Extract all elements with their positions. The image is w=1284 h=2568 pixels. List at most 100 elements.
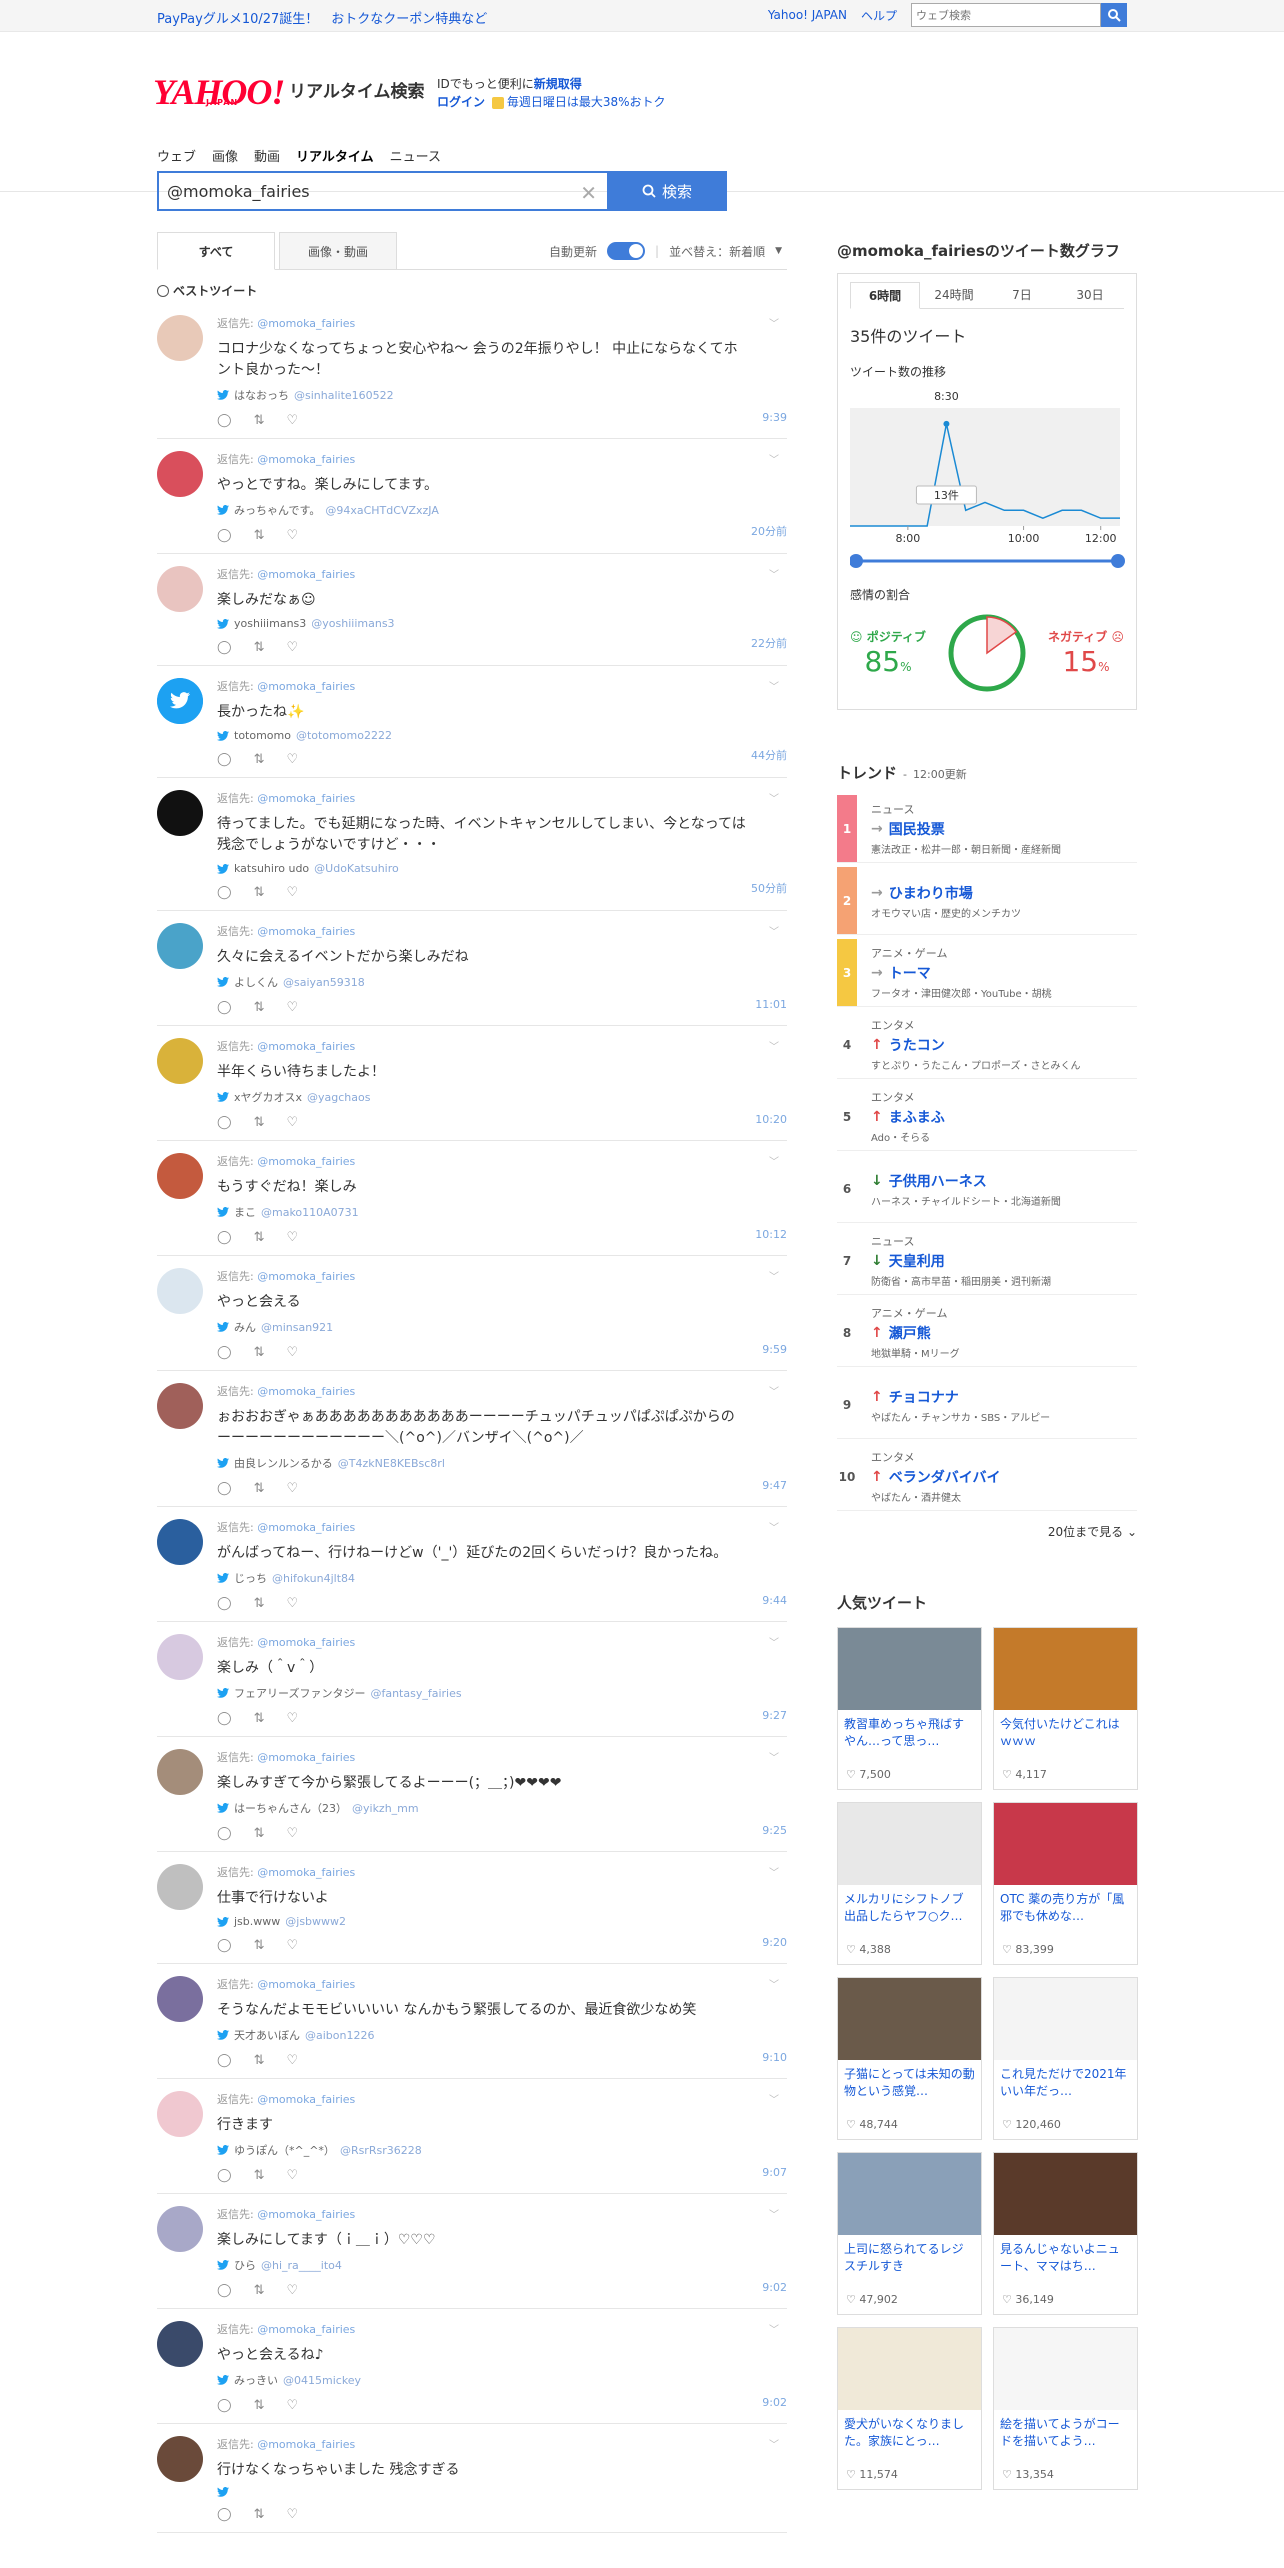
tweet-item[interactable]: ﹀ 返信先: @momoka_fairies そうなんだよモモビいいいい なんか… (157, 1964, 787, 2079)
tweet-time[interactable]: 9:10 (762, 2051, 787, 2064)
tweet-user[interactable]: ゆうぽん（*^_^*） @RsrRsr36228 (217, 2142, 787, 2158)
tweet-time[interactable]: 22分前 (751, 635, 787, 651)
chevron-down-icon[interactable]: ﹀ (769, 566, 779, 581)
reply-icon[interactable]: ◯ (217, 2398, 232, 2413)
tweet-user[interactable]: 由良レンルンるかる @T4zkNE8KEBsc8rl (217, 1455, 787, 1471)
reply-to-link[interactable]: @momoka_fairies (257, 680, 355, 693)
tweet-user[interactable]: まこ @mako110A0731 (217, 1204, 787, 1220)
tweet-item[interactable]: ﹀ 返信先: @momoka_fairies コロナ少なくなってちょっと安心やね… (157, 303, 787, 439)
top-search-button[interactable] (1101, 3, 1127, 27)
reply-icon[interactable]: ◯ (217, 1000, 232, 1015)
popular-tweet-caption[interactable]: 愛犬がいなくなりました。家族にとっ… (838, 2410, 981, 2460)
popular-tweet[interactable]: 絵を描いてようがコードを描いてよう… ♡ 13,354 (993, 2327, 1138, 2490)
clear-icon[interactable]: ✕ (580, 181, 597, 205)
tweet-time[interactable]: 9:07 (762, 2166, 787, 2179)
like-icon[interactable]: ♡ (286, 2283, 298, 2298)
trend-name[interactable]: まふまふ (889, 1107, 945, 1127)
tweet-time[interactable]: 9:02 (762, 2396, 787, 2409)
popular-tweet-caption[interactable]: 教習車めっちゃ飛ばすやん…って思っ… (838, 1710, 981, 1760)
trend-name[interactable]: うたコン (889, 1035, 945, 1055)
tweet-item[interactable]: ﹀ 返信先: @momoka_fairies やっと会える みん @minsan… (157, 1256, 787, 1371)
avatar[interactable] (157, 1153, 203, 1199)
tweet-time[interactable]: 9:47 (762, 1479, 787, 1492)
reply-to-link[interactable]: @momoka_fairies (257, 792, 355, 805)
popular-tweet-image[interactable] (994, 2153, 1137, 2235)
like-icon[interactable]: ♡ (286, 640, 298, 655)
like-icon[interactable]: ♡ (286, 1481, 298, 1496)
search-button[interactable]: 検索 (607, 171, 727, 211)
graph-tab-6h[interactable]: 6時間 (850, 282, 920, 309)
tweet-time[interactable]: 9:25 (762, 1824, 787, 1837)
retweet-icon[interactable]: ⇅ (254, 1000, 265, 1015)
chevron-down-icon[interactable]: ﹀ (769, 451, 779, 466)
like-icon[interactable]: ♡ (286, 1345, 298, 1360)
popular-tweet-caption[interactable]: 今気付いたけどこれはｗｗｗ (994, 1710, 1137, 1760)
reply-icon[interactable]: ◯ (217, 1230, 232, 1245)
retweet-icon[interactable]: ⇅ (254, 528, 265, 543)
tweet-time[interactable]: 44分前 (751, 747, 787, 763)
tweet-item[interactable]: ﹀ 返信先: @momoka_fairies 待ってました。でも延期になった時、… (157, 778, 787, 911)
like-icon[interactable]: ♡ (286, 1711, 298, 1726)
nav-realtime[interactable]: リアルタイム (296, 146, 374, 165)
retweet-icon[interactable]: ⇅ (254, 2507, 265, 2522)
sort-select[interactable]: 並べ替え：新着順 (669, 243, 765, 260)
reply-to-link[interactable]: @momoka_fairies (257, 317, 355, 330)
tweet-item[interactable]: ﹀ 返信先: @momoka_fairies やっとですね。楽しみにしてます。 … (157, 439, 787, 554)
popular-tweet-caption[interactable]: これ見ただけで2021年いい年だっ… (994, 2060, 1137, 2110)
reply-icon[interactable]: ◯ (217, 2053, 232, 2068)
popular-tweet[interactable]: 今気付いたけどこれはｗｗｗ ♡ 4,117 (993, 1627, 1138, 1790)
chevron-down-icon[interactable]: ﹀ (769, 1519, 779, 1534)
tweet-item[interactable]: ﹀ 返信先: @momoka_fairies もうすぐだね！楽しみ まこ @ma… (157, 1141, 787, 1256)
top-search-input[interactable] (911, 3, 1101, 27)
avatar[interactable] (157, 1634, 203, 1680)
chevron-down-icon[interactable]: ﹀ (769, 1976, 779, 1991)
avatar[interactable] (157, 451, 203, 497)
trend-item[interactable]: 3 アニメ・ゲーム → トーマ フータオ・津田健次郎・YouTube・胡桃 (837, 939, 1137, 1007)
avatar[interactable] (157, 923, 203, 969)
nav-image[interactable]: 画像 (212, 146, 238, 165)
reply-icon[interactable]: ◯ (217, 1938, 232, 1953)
tweet-user[interactable]: katsuhiro udo @UdoKatsuhiro (217, 862, 787, 875)
reply-icon[interactable]: ◯ (217, 413, 232, 428)
trend-name[interactable]: 国民投票 (889, 819, 945, 839)
tweet-user[interactable]: じっち @hifokun4jlt84 (217, 1570, 787, 1586)
tweet-item[interactable]: ﹀ 返信先: @momoka_fairies 半年くらい待ちましたよ！ xヤグカ… (157, 1026, 787, 1141)
popular-tweet[interactable]: 愛犬がいなくなりました。家族にとっ… ♡ 11,574 (837, 2327, 982, 2490)
retweet-icon[interactable]: ⇅ (254, 1230, 265, 1245)
avatar[interactable] (157, 1519, 203, 1565)
tweet-time[interactable]: 10:12 (755, 1228, 787, 1241)
tweet-time[interactable]: 11:01 (755, 998, 787, 1011)
avatar[interactable] (157, 678, 203, 724)
like-icon[interactable]: ♡ (286, 2507, 298, 2522)
tweet-time[interactable]: 9:27 (762, 1709, 787, 1722)
tweet-user[interactable]: ひら @hi_ra____ito4 (217, 2257, 787, 2273)
tweet-time[interactable]: 9:02 (762, 2281, 787, 2294)
avatar[interactable] (157, 315, 203, 361)
tab-media[interactable]: 画像・動画 (279, 232, 397, 270)
popular-tweet-caption[interactable]: 見るんじゃないよニュート、ママはち… (994, 2235, 1137, 2285)
popular-tweet-caption[interactable]: OTC 薬の売り方が「風邪でも休めな… (994, 1885, 1137, 1935)
trend-name[interactable]: ひまわり市場 (889, 883, 973, 903)
popular-tweet-image[interactable] (838, 2153, 981, 2235)
tweet-user[interactable]: jsb.www @jsbwww2 (217, 1915, 787, 1928)
chevron-down-icon[interactable]: ﹀ (769, 2206, 779, 2221)
reply-to-link[interactable]: @momoka_fairies (257, 1751, 355, 1764)
chevron-down-icon[interactable]: ﹀ (769, 1634, 779, 1649)
like-icon[interactable]: ♡ (286, 1115, 298, 1130)
range-slider-start-handle[interactable] (850, 554, 863, 568)
reply-icon[interactable]: ◯ (217, 752, 232, 767)
trend-item[interactable]: 5 エンタメ ↑ まふまふ Ado・そらる (837, 1083, 1137, 1151)
tweet-time[interactable]: 20分前 (751, 523, 787, 539)
popular-tweet-image[interactable] (838, 2328, 981, 2410)
reply-icon[interactable]: ◯ (217, 528, 232, 543)
chevron-down-icon[interactable]: ﹀ (769, 1038, 779, 1053)
avatar[interactable] (157, 2321, 203, 2367)
tweet-time[interactable]: 9:39 (762, 411, 787, 424)
retweet-icon[interactable]: ⇅ (254, 2283, 265, 2298)
retweet-icon[interactable]: ⇅ (254, 2168, 265, 2183)
nav-video[interactable]: 動画 (254, 146, 280, 165)
retweet-icon[interactable]: ⇅ (254, 1345, 265, 1360)
reply-icon[interactable]: ◯ (217, 1345, 232, 1360)
chevron-down-icon[interactable]: ﹀ (769, 315, 779, 330)
avatar[interactable] (157, 1383, 203, 1429)
